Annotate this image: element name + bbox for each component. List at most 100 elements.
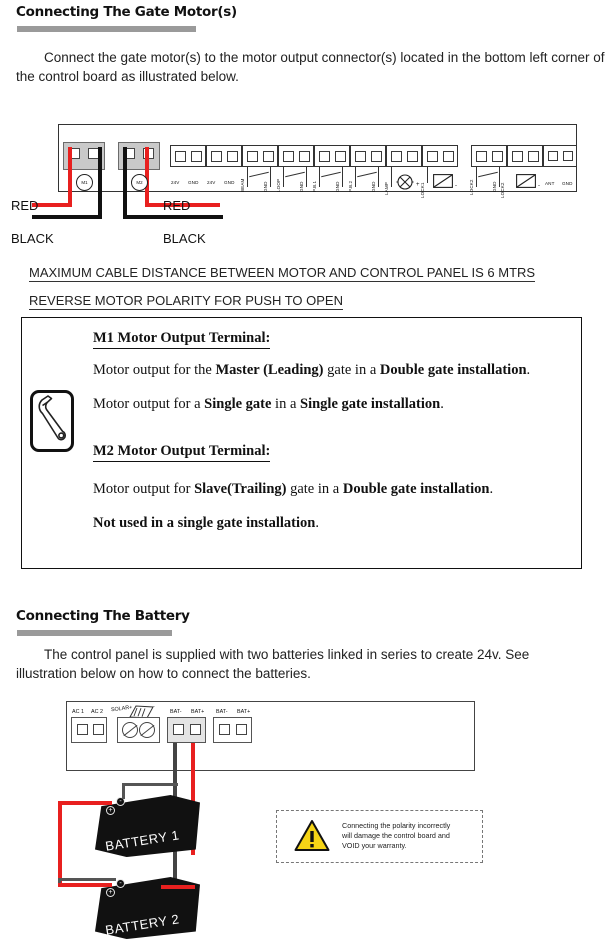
tb10-pin-2 (528, 151, 539, 162)
wire-label-black-m1: BLACK (11, 231, 54, 246)
wrench-icon (38, 395, 66, 441)
tb3-pin-1 (247, 151, 258, 162)
tb8-pin-1 (427, 151, 438, 162)
tb3-lead-2 (270, 167, 271, 187)
m1-line-2: Motor output for a Single gate in a Sing… (93, 396, 444, 413)
terminal-label-gnd-b: GND (224, 180, 235, 185)
terminal-block-24v-gnd-a (170, 145, 206, 167)
wire-label-red-m1: RED (11, 198, 39, 213)
terminal-block-pb2 (350, 145, 386, 167)
m1-line-1: Motor output for the Master (Leading) ga… (93, 362, 530, 379)
note-max-cable-distance: MAXIMUM CABLE DISTANCE BETWEEN MOTOR AND… (29, 265, 536, 282)
m1-circle-label: M1 (76, 174, 93, 191)
ac-sq-1 (77, 724, 88, 735)
terminal-label-loop-gnd: GND (299, 181, 304, 192)
solar-cell-2 (139, 722, 155, 738)
terminal-block-beam (242, 145, 278, 167)
m2-l1-p4: Double gate installation (342, 481, 490, 497)
m2-black-wire-vertical (123, 147, 127, 219)
terminal-label-pb1: P.B.1 (312, 180, 317, 192)
warning-triangle-icon (294, 819, 330, 857)
battery-1-red-lead (58, 801, 112, 805)
m1-l1-p1: Motor output for the (93, 362, 216, 378)
bat-b-sq-2 (236, 724, 247, 735)
m1-l2-p3: in a (271, 396, 301, 412)
label-bat-plus-b: BAT+ (237, 709, 251, 715)
gate-motor-paragraph: Connect the gate motor(s) to the motor o… (16, 48, 605, 86)
terminal-label-pb1-gnd: GND (335, 181, 340, 192)
warning-line-3: VOID your warranty. (342, 841, 407, 850)
battery-paragraph: The control panel is supplied with two b… (16, 645, 586, 683)
tb11-pin-1 (548, 151, 558, 161)
tb1-pin-1 (175, 151, 186, 162)
tb8-pin-2 (443, 151, 454, 162)
terminal-label-lock1: LOCK1 (420, 182, 425, 198)
tb3-lead-1 (247, 167, 248, 187)
label-ac2: AC 2 (91, 709, 103, 715)
terminal-solar (117, 717, 160, 743)
tb7-lead-1 (391, 167, 392, 187)
tb3-pin-2 (263, 151, 274, 162)
tb7-pin-1 (391, 151, 402, 162)
terminal-block-ant-gnd (543, 145, 577, 167)
section-heading-rule-2 (17, 630, 172, 636)
lock1-symbol-icon (433, 174, 453, 193)
tb7-pin-2 (407, 151, 418, 162)
terminal-battery-used (167, 717, 206, 743)
tb4-pin-1 (283, 151, 294, 162)
terminal-label-gnd-a: GND (188, 180, 199, 185)
tb2-pin-1 (211, 151, 222, 162)
m2-l1-p5: . (489, 481, 494, 497)
gate-motor-paragraph-text: Connect the gate motor(s) to the motor o… (16, 50, 605, 84)
m2-terminal-title: M2 Motor Output Terminal: (93, 443, 271, 462)
label-bat-minus-a: BAT- (170, 709, 182, 715)
terminal-label-24v-b: 24V (207, 180, 216, 185)
m2-black-wire-horizontal (123, 215, 223, 219)
section-heading-rule-1 (17, 26, 196, 32)
tb6-lead-1 (355, 167, 356, 187)
terminal-block-loop (278, 145, 314, 167)
m1-black-wire-vertical (98, 147, 102, 219)
terminal-label-lock2b: LOCK2 (500, 182, 505, 198)
tb6-lead-2 (378, 167, 379, 187)
document-page: Connecting The Gate Motor(s) Connect the… (0, 0, 605, 951)
tb11-pin-2 (563, 151, 573, 161)
terminal-label-lamp: LAMP (384, 182, 389, 195)
terminal-label-ant: ANT (545, 181, 555, 186)
terminal-label-beam: BEAM (240, 178, 245, 192)
tb6-pin-2 (371, 151, 382, 162)
warning-line-1: Connecting the polarity incorrectly (342, 821, 451, 830)
battery-1-black-lead (122, 783, 178, 786)
terminal-label-lock2-gnd: GND (492, 181, 497, 192)
battery-1-black-lead-vertical (122, 783, 125, 799)
battery-2-red-to-board (161, 885, 195, 889)
terminal-block-lock1 (422, 145, 458, 167)
tb9-pin-1 (476, 151, 487, 162)
m1-l1-p5: . (526, 362, 531, 378)
m1-l2-p5: . (440, 396, 444, 412)
m2-l2-p1: Not used in a single gate installation (93, 515, 316, 531)
lock2-polarity-minus: - (538, 183, 541, 189)
terminal-label-pb2: P.B.2 (348, 180, 353, 192)
terminal-label-beam-gnd: GND (263, 181, 268, 192)
m1-black-wire-horizontal (32, 215, 102, 219)
terminal-label-lock2: LOCK2 (469, 179, 474, 195)
m2-l1-p3: gate in a (286, 481, 343, 497)
warning-line-2: will damage the control board and (342, 831, 450, 840)
wire-label-black-m2: BLACK (163, 231, 206, 246)
m2-l2-p2: . (315, 515, 319, 531)
terminal-block-lamp (386, 145, 422, 167)
terminal-label-24v-a: 24V (171, 180, 180, 185)
terminal-block-lock2-sym (507, 145, 543, 167)
bat-a-sq-2 (190, 724, 201, 735)
m2-circle-label: M2 (131, 174, 148, 191)
m1-terminal-title: M1 Motor Output Terminal: (93, 330, 271, 349)
battery-1-red-lead-vertical (58, 801, 62, 887)
wrench-icon-frame (30, 390, 74, 452)
lamp-symbol-icon (396, 173, 414, 196)
section-heading-gate-motor: Connecting The Gate Motor(s) (16, 4, 237, 20)
tb9-lead-1 (476, 167, 477, 187)
solar-cell-1 (122, 722, 138, 738)
section-heading-battery: Connecting The Battery (16, 608, 190, 624)
m1-l1-p4: Double gate installation (379, 362, 527, 378)
